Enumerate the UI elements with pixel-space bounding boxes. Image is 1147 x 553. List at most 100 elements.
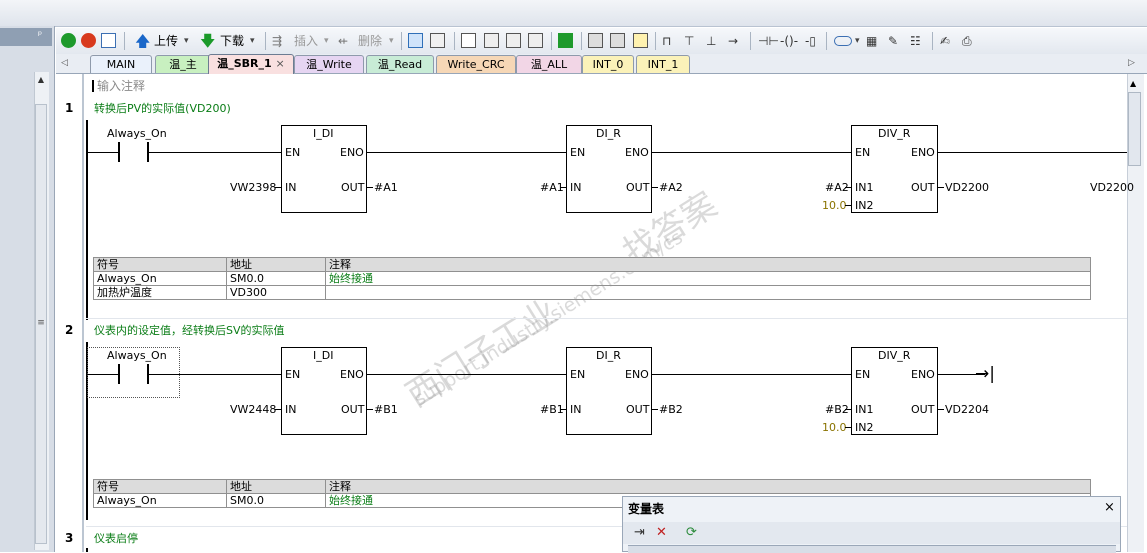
cell-comment[interactable]: 始终接通 bbox=[325, 271, 1091, 286]
pin-out: OUT bbox=[911, 403, 935, 416]
tab-main[interactable]: MAIN bbox=[90, 55, 152, 73]
cell-symbol[interactable]: 加热炉温度 bbox=[93, 285, 227, 300]
bookmark-icon[interactable] bbox=[408, 33, 423, 48]
tab-close-icon[interactable]: × bbox=[276, 57, 285, 70]
refresh-icon[interactable]: ⟳ bbox=[686, 526, 697, 539]
contact-icon[interactable]: ⊣⊢ bbox=[758, 32, 779, 50]
block-title: I_DI bbox=[313, 349, 334, 362]
tab-wen-read[interactable]: 温_Read bbox=[366, 55, 434, 73]
cell-address[interactable]: SM0.0 bbox=[226, 493, 326, 508]
operand-in[interactable]: #A1 bbox=[540, 182, 564, 194]
download-arrow-icon[interactable]: 🡇 bbox=[200, 32, 215, 50]
tab-label: INT_1 bbox=[647, 58, 679, 71]
branch-icon[interactable]: ⊓ bbox=[662, 32, 671, 50]
scroll-up-icon[interactable]: ▲ bbox=[35, 74, 47, 86]
branch-up-icon[interactable]: ⊥ bbox=[706, 32, 716, 50]
insert-icon[interactable]: ⇶ bbox=[272, 32, 282, 50]
box-element-icon[interactable]: -▯ bbox=[805, 32, 816, 50]
upload-arrow-icon[interactable]: 🡅 bbox=[135, 32, 150, 50]
cell-comment[interactable] bbox=[325, 285, 1091, 300]
operand-in[interactable]: #B1 bbox=[540, 404, 564, 416]
notes-icon[interactable]: ✍ bbox=[940, 32, 950, 50]
table-row[interactable]: 加热炉温度 VD300 bbox=[93, 285, 1091, 300]
editor-scroll-thumb[interactable] bbox=[1128, 92, 1141, 166]
stop-icon[interactable] bbox=[81, 33, 96, 48]
tab-write-crc[interactable]: Write_CRC bbox=[436, 55, 516, 73]
download-button[interactable]: 下载 bbox=[220, 32, 244, 50]
operand-out[interactable]: #A1 bbox=[374, 182, 398, 194]
tab-int-1[interactable]: INT_1 bbox=[636, 55, 690, 73]
line-icon[interactable]: → bbox=[728, 32, 738, 50]
operand-out[interactable]: VD2204 bbox=[945, 404, 989, 416]
delete-icon[interactable]: ⇷ bbox=[338, 32, 348, 50]
delete-row-icon[interactable]: ✕ bbox=[656, 526, 667, 539]
operand-out[interactable]: #B1 bbox=[374, 404, 398, 416]
insert-dropdown-icon[interactable]: ▾ bbox=[324, 32, 329, 50]
operand-out[interactable]: #A2 bbox=[659, 182, 683, 194]
run-icon[interactable] bbox=[61, 33, 76, 48]
toggle-icon[interactable] bbox=[834, 36, 852, 46]
operand-out-next[interactable]: VD2200 bbox=[1090, 182, 1134, 194]
network-title[interactable]: 仪表内的设定值，经转换后SV的实际值 bbox=[94, 325, 285, 337]
table-row[interactable]: Always_On SM0.0 始终接通 bbox=[93, 271, 1091, 286]
compile-icon[interactable] bbox=[101, 33, 116, 48]
tab-wen-all[interactable]: 温_ALL bbox=[516, 55, 582, 73]
coil-icon[interactable]: -()- bbox=[780, 32, 798, 50]
branch-down-icon[interactable]: ⊤ bbox=[684, 32, 694, 50]
wire bbox=[845, 187, 851, 188]
properties-icon[interactable]: ☷ bbox=[910, 32, 921, 50]
download-dropdown-icon[interactable]: ▾ bbox=[250, 32, 255, 50]
operand-in[interactable]: VW2448 bbox=[230, 404, 276, 416]
cell-symbol[interactable]: Always_On bbox=[93, 271, 227, 286]
delete-dropdown-icon[interactable]: ▾ bbox=[389, 32, 394, 50]
tab-int-0[interactable]: INT_0 bbox=[582, 55, 634, 73]
delete-button[interactable]: 删除 bbox=[358, 32, 382, 50]
cell-symbol[interactable]: Always_On bbox=[93, 493, 227, 508]
scroll-up-icon[interactable]: ▲ bbox=[1130, 78, 1136, 90]
cell-address[interactable]: SM0.0 bbox=[226, 271, 326, 286]
tab-scroll-right-icon[interactable]: ▷ bbox=[1128, 57, 1135, 69]
insert-row-icon[interactable]: ⇥ bbox=[634, 526, 645, 539]
bookmark-next-icon[interactable] bbox=[430, 33, 445, 48]
tab-wen-sbr-1[interactable]: 温_SBR_1 × bbox=[208, 54, 294, 74]
box-right-icon[interactable] bbox=[506, 33, 521, 48]
operand-in1[interactable]: #A2 bbox=[825, 182, 849, 194]
network-title[interactable]: 转换后PV的实际值(VD200) bbox=[94, 103, 231, 115]
tab-wen-main[interactable]: 温_主 bbox=[155, 55, 211, 73]
close-icon[interactable]: × bbox=[1104, 500, 1115, 515]
lock-icon[interactable] bbox=[588, 33, 603, 48]
upload-dropdown-icon[interactable]: ▾ bbox=[184, 32, 189, 50]
contact-left-bar[interactable] bbox=[118, 364, 120, 384]
comment-input[interactable]: 输入注释 bbox=[92, 80, 145, 92]
toggle-dropdown-icon[interactable]: ▾ bbox=[855, 32, 860, 50]
upload-button[interactable]: 上传 bbox=[154, 32, 178, 50]
export-icon[interactable]: ⎙ bbox=[962, 32, 972, 50]
wire bbox=[652, 187, 658, 188]
operand-in1[interactable]: #B2 bbox=[825, 404, 849, 416]
contact-left-bar[interactable] bbox=[118, 142, 120, 162]
wire bbox=[652, 152, 851, 153]
unlock-icon[interactable] bbox=[610, 33, 625, 48]
edit-icon[interactable]: ✎ bbox=[888, 32, 898, 50]
block-title: DIV_R bbox=[878, 349, 911, 362]
wire bbox=[938, 152, 1127, 153]
goto-icon[interactable] bbox=[558, 33, 573, 48]
constant-in2[interactable]: 10.0 bbox=[822, 200, 847, 212]
protect-icon[interactable] bbox=[633, 33, 648, 48]
pin-icon[interactable]: ᵖ bbox=[34, 30, 46, 42]
network-title[interactable]: 仪表启停 bbox=[94, 533, 138, 545]
insert-button[interactable]: 插入 bbox=[294, 32, 318, 50]
operand-in[interactable]: VW2398 bbox=[230, 182, 276, 194]
grip-icon[interactable]: ≡ bbox=[34, 318, 48, 328]
tab-label: 温_ALL bbox=[530, 58, 568, 71]
symbol-table-icon[interactable]: ▦ bbox=[866, 32, 877, 50]
timer-icon[interactable] bbox=[528, 33, 543, 48]
tab-scroll-left-icon[interactable]: ◁ bbox=[61, 57, 68, 69]
operand-out[interactable]: VD2200 bbox=[945, 182, 989, 194]
box-left-icon[interactable] bbox=[484, 33, 499, 48]
operand-out[interactable]: #B2 bbox=[659, 404, 683, 416]
constant-in2[interactable]: 10.0 bbox=[822, 422, 847, 434]
box-icon[interactable] bbox=[461, 33, 476, 48]
tab-wen-write[interactable]: 温_Write bbox=[294, 55, 364, 73]
cell-address[interactable]: VD300 bbox=[226, 285, 326, 300]
